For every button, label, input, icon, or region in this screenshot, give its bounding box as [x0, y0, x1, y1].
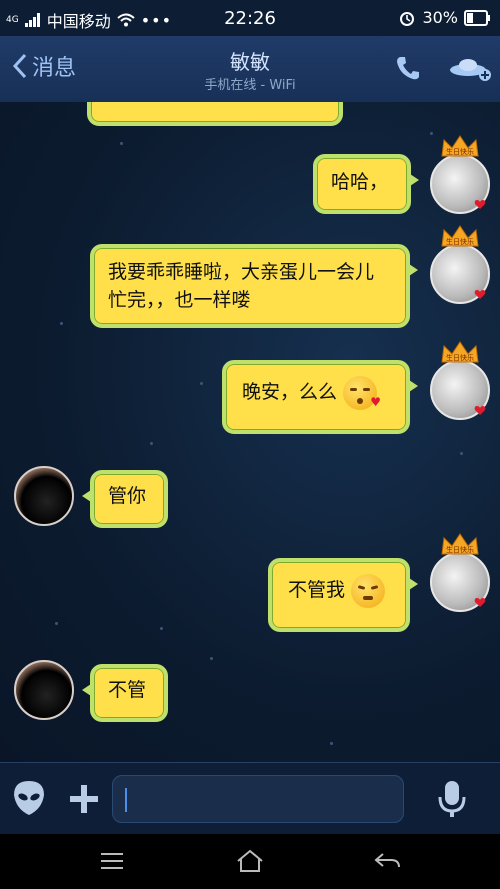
my-avatar[interactable]: 生日快乐	[430, 225, 490, 304]
heart-icon	[474, 200, 486, 209]
crown-label: 生日快乐	[446, 237, 474, 246]
heart-icon	[474, 406, 486, 415]
message-bubble-sent[interactable]: 哈哈，	[313, 154, 419, 214]
alien-icon	[14, 781, 44, 815]
status-bar: 4G 中国移动 ••• 22:26 30%	[0, 0, 500, 36]
heart-icon	[474, 598, 486, 607]
ufo-add-icon	[450, 59, 491, 81]
contact-status: 手机在线 - WiFi	[204, 78, 296, 93]
battery-icon	[464, 9, 490, 26]
crown-icon: 生日快乐	[441, 341, 479, 363]
microphone-icon	[438, 781, 466, 817]
message-text-content: 晚安，么么	[242, 381, 338, 403]
phone-call-button[interactable]	[394, 54, 422, 86]
heart-icon	[474, 290, 486, 299]
message-bubble-sent[interactable]: 我要乖乖睡啦，大亲蛋儿一会儿忙完，，也一样喽	[90, 244, 418, 328]
message-text: 我要乖乖睡啦，大亲蛋儿一会儿忙完，，也一样喽	[108, 261, 375, 311]
annoyed-emoji-icon	[351, 574, 386, 608]
input-toolbar	[0, 762, 500, 835]
alarm-icon	[400, 11, 415, 26]
crown-icon: 生日快乐	[441, 533, 479, 555]
message-text: 不管	[108, 679, 147, 701]
kiss-emoji-icon: ♥	[343, 376, 381, 410]
text-cursor	[125, 788, 127, 812]
system-navigation-bar	[0, 834, 500, 889]
message-input[interactable]	[112, 775, 404, 823]
battery-percent: 30%	[422, 8, 458, 27]
back-arrow-icon	[374, 853, 400, 868]
status-right: 30%	[398, 8, 492, 27]
crown-label: 生日快乐	[446, 545, 474, 554]
contact-name: 敏敏	[230, 50, 270, 74]
message-text: 不管我	[272, 562, 406, 608]
contact-avatar[interactable]	[14, 466, 74, 526]
message-text: 哈哈，	[331, 171, 389, 193]
message-text: 晚安，么么 ♥	[226, 364, 406, 410]
phone-icon	[397, 57, 419, 80]
message-text-content: 不管我	[288, 579, 346, 601]
plus-icon	[70, 785, 98, 813]
alien-emoji-button[interactable]	[12, 779, 46, 821]
home-button[interactable]	[235, 848, 265, 874]
contact-profile-button[interactable]	[448, 54, 492, 86]
message-bubble-partial[interactable]	[87, 102, 343, 126]
crown-label: 生日快乐	[446, 147, 474, 156]
my-avatar[interactable]: 生日快乐	[430, 135, 490, 214]
message-bubble-received[interactable]: 管你	[82, 470, 168, 528]
back-system-button[interactable]	[373, 848, 403, 874]
contact-avatar[interactable]	[14, 660, 74, 720]
crown-label: 生日快乐	[446, 353, 474, 362]
message-bubble-sent[interactable]: 不管我	[268, 558, 418, 632]
menu-icon	[101, 853, 123, 869]
crown-icon: 生日快乐	[441, 225, 479, 247]
add-attachment-button[interactable]	[68, 783, 100, 819]
voice-input-button[interactable]	[436, 779, 468, 823]
home-icon	[237, 849, 263, 872]
message-text: 管你	[108, 485, 147, 507]
chat-header: 消息 敏敏 手机在线 - WiFi	[0, 36, 500, 103]
menu-button[interactable]	[98, 848, 128, 874]
message-bubble-sent[interactable]: 晚安，么么 ♥	[222, 360, 418, 434]
message-bubble-received[interactable]: 不管	[82, 664, 168, 722]
crown-icon: 生日快乐	[441, 135, 479, 157]
chat-area[interactable]: 哈哈， 生日快乐 我要乖乖睡啦，大亲蛋儿一会儿忙完，，也一样喽 生日快乐 晚安，…	[0, 102, 500, 762]
my-avatar[interactable]: 生日快乐	[430, 533, 490, 612]
my-avatar[interactable]: 生日快乐	[430, 341, 490, 420]
